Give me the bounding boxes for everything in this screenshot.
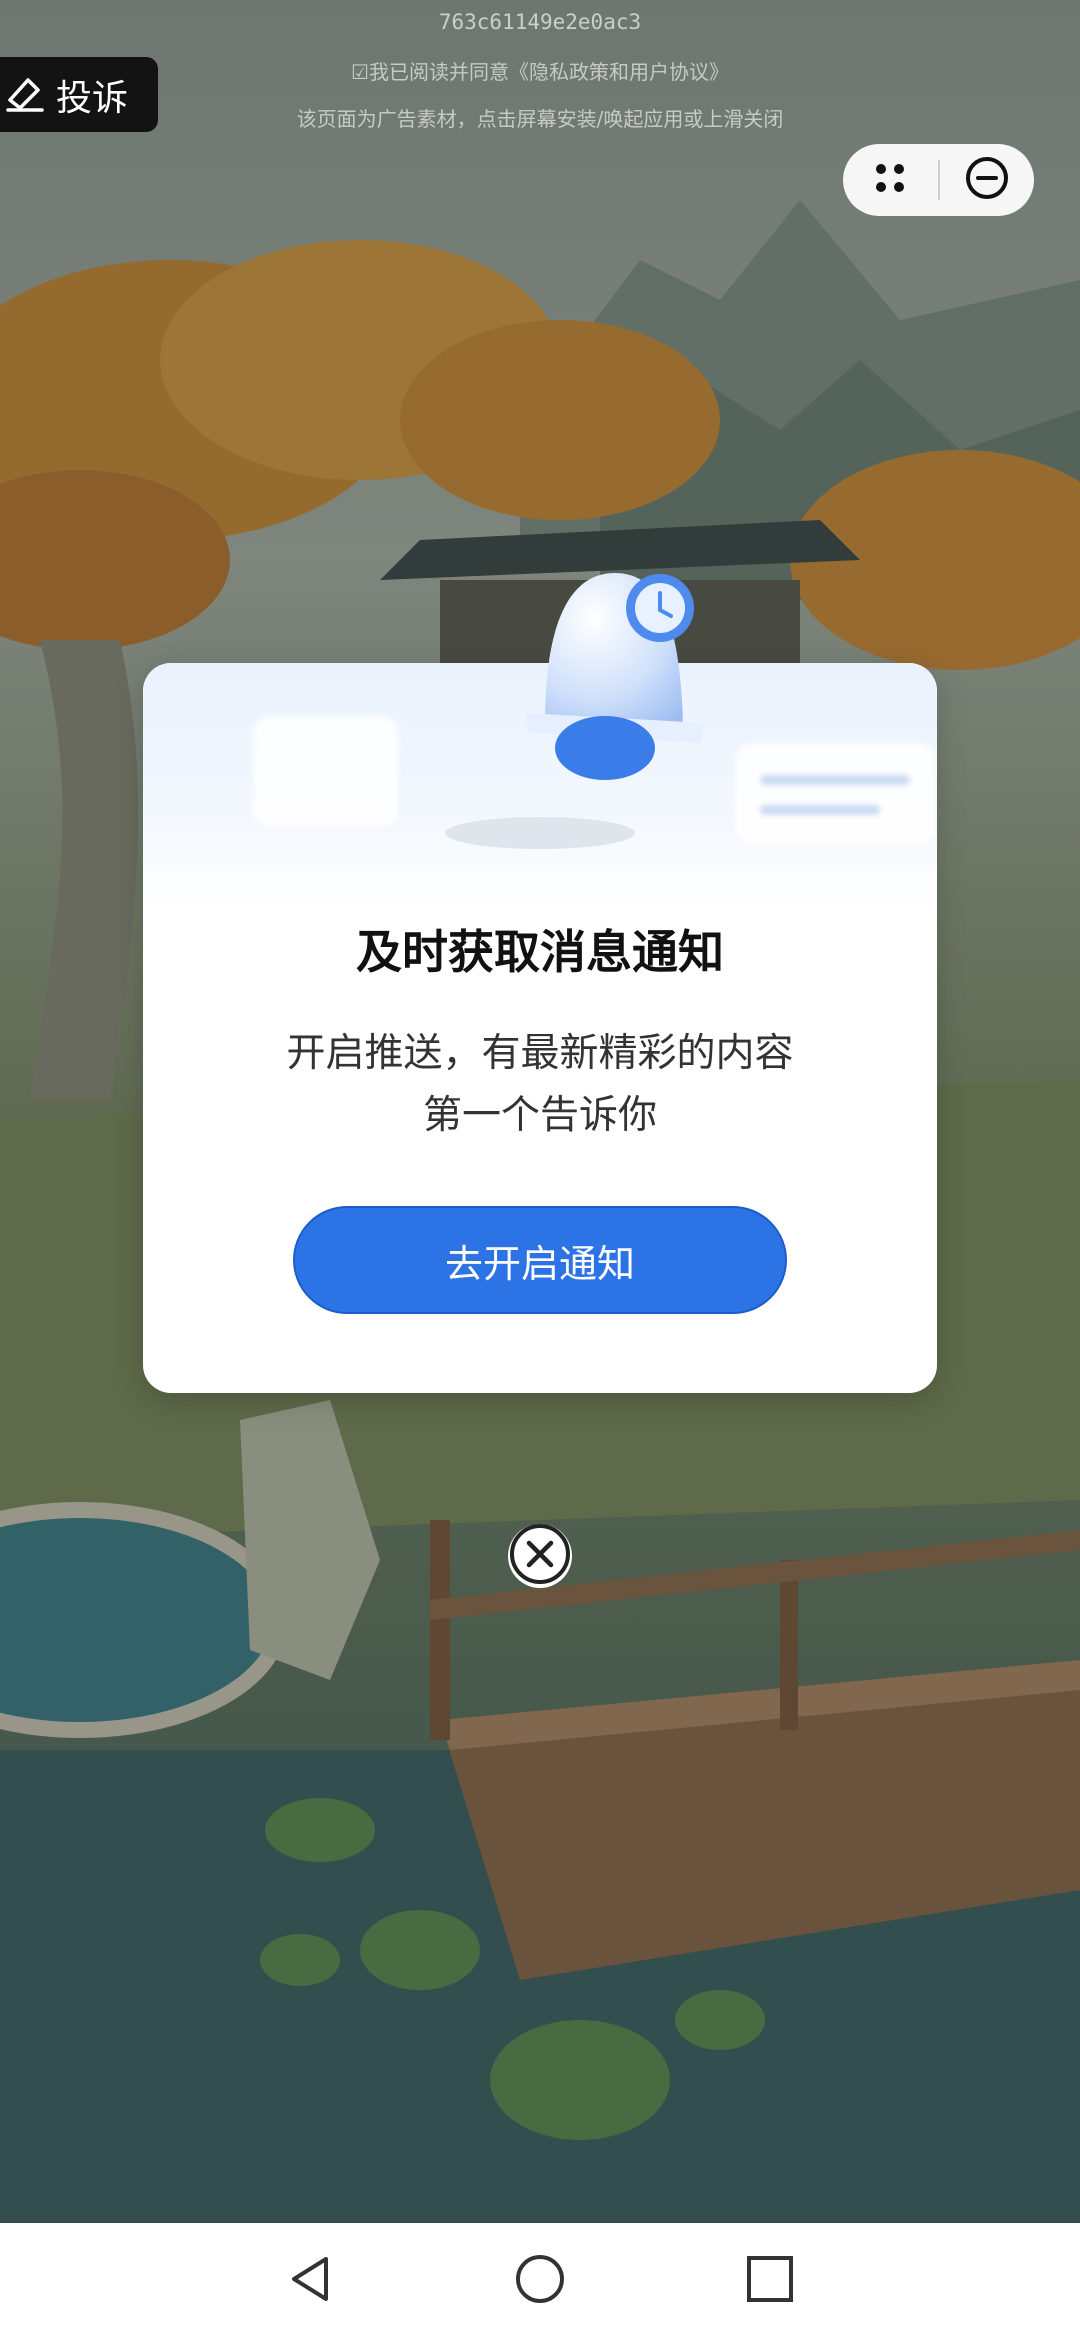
close-dialog-button[interactable]: [508, 1524, 572, 1588]
minimize-button[interactable]: [940, 144, 1035, 216]
privacy-agreement-text[interactable]: ☑我已阅读并同意《隐私政策和用户协议》: [0, 56, 1080, 85]
notification-dialog: 及时获取消息通知 开启推送，有最新精彩的内容 第一个告诉你 去开启通知: [143, 573, 937, 1393]
close-x-icon: [508, 1522, 572, 1590]
system-navigation-bar: [0, 2223, 1080, 2340]
dialog-description: 开启推送，有最新精彩的内容 第一个告诉你: [143, 1023, 937, 1147]
more-button[interactable]: [843, 144, 938, 216]
recent-square-icon: [745, 2254, 795, 2308]
complain-button[interactable]: 投诉: [0, 57, 158, 132]
minimize-icon: [964, 155, 1010, 205]
nav-recent-button[interactable]: [742, 2253, 798, 2309]
nav-back-button[interactable]: [282, 2253, 338, 2309]
enable-notification-button[interactable]: 去开启通知: [293, 1206, 787, 1314]
dialog-desc-line-2: 第一个告诉你: [422, 1093, 657, 1138]
complain-edit-icon: [4, 72, 46, 118]
mini-program-capsule: [843, 144, 1034, 216]
complain-label: 投诉: [56, 77, 129, 119]
back-triangle-icon: [286, 2253, 334, 2309]
ad-hint-text: 该页面为广告素材，点击屏幕安装/唤起应用或上滑关闭: [296, 107, 784, 131]
bell-clock-icon: [505, 543, 705, 783]
blur-card-left: [253, 716, 398, 826]
home-circle-icon: [514, 2253, 566, 2309]
blur-card-right: [735, 743, 935, 843]
nav-home-button[interactable]: [512, 2253, 568, 2309]
dialog-desc-line-1: 开启推送，有最新精彩的内容: [286, 1031, 794, 1076]
dialog-title: 及时获取消息通知: [356, 925, 724, 979]
dots-more-icon: [870, 158, 910, 202]
ad-id-text: 763c61149e2e0ac3: [438, 10, 642, 34]
